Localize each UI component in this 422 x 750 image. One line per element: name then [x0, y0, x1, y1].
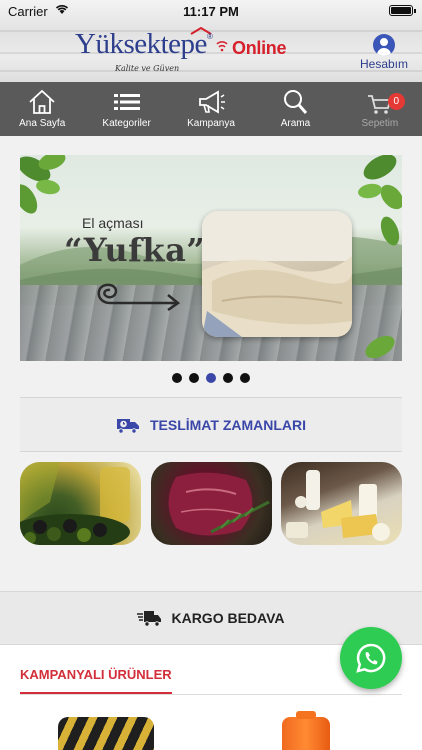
promo-banner[interactable]: El açması “Yufka”	[20, 155, 402, 361]
nav-label: Sepetim	[361, 118, 399, 129]
product-card-image[interactable]	[58, 717, 154, 750]
meat-image	[168, 472, 270, 536]
slider-dot-active[interactable]	[206, 373, 216, 383]
clock: 11:17 PM	[183, 4, 239, 19]
delivery-times-button[interactable]: TESLİMAT ZAMANLARI	[20, 397, 402, 452]
slider-dot[interactable]	[240, 373, 250, 383]
free-shipping-label: KARGO BEDAVA	[171, 610, 285, 626]
truck-clock-icon	[116, 418, 139, 434]
registered-mark: ®	[207, 32, 213, 41]
yufka-photo	[202, 211, 352, 337]
brand-logo[interactable]: Yüksektepe ® Online Kalite ve Güven	[75, 24, 295, 78]
nav-campaign[interactable]: Kampanya	[169, 82, 253, 136]
nav-label: Ana Sayfa	[19, 118, 66, 129]
nav-label: Kategoriler	[102, 118, 151, 129]
slider-dot[interactable]	[223, 373, 233, 383]
category-tile-meat[interactable]	[151, 462, 272, 545]
category-tile-olive-oil[interactable]	[20, 462, 141, 545]
main-nav: Ana Sayfa Kategoriler Kampanya Arama 0 S…	[0, 82, 422, 136]
battery-icon	[389, 5, 416, 16]
account-label: Hesabım	[359, 57, 409, 71]
user-icon	[373, 34, 395, 56]
banner-title: “Yufka”	[64, 231, 206, 269]
logo-online-text: Online	[232, 38, 287, 58]
delivery-times-label: TESLİMAT ZAMANLARI	[149, 416, 307, 433]
wifi-signal-icon	[216, 41, 228, 52]
whatsapp-button[interactable]	[340, 627, 402, 689]
slider-dot[interactable]	[172, 373, 182, 383]
slider-dot[interactable]	[189, 373, 199, 383]
leaf-decoration	[20, 155, 66, 214]
product-card-image[interactable]	[282, 711, 330, 750]
logo-tagline: Kalite ve Güven	[115, 64, 180, 73]
nav-search[interactable]: Arama	[253, 82, 337, 136]
nav-cart[interactable]: 0 Sepetim	[338, 82, 422, 136]
megaphone-icon	[199, 90, 226, 114]
campaign-title-tab[interactable]: KAMPANYALI ÜRÜNLER	[20, 667, 172, 694]
leaf-decoration	[365, 335, 395, 359]
account-button[interactable]: Hesabım	[352, 34, 416, 71]
cart-count-badge: 0	[387, 93, 405, 110]
whatsapp-icon	[356, 643, 386, 673]
section-divider	[20, 694, 402, 695]
nav-categories[interactable]: Kategoriler	[84, 82, 168, 136]
logo-wordmark: Yüksektepe	[75, 28, 207, 60]
search-icon	[284, 90, 308, 114]
nav-label: Arama	[280, 118, 311, 129]
status-bar: Carrier 11:17 PM	[0, 0, 422, 22]
nav-label: Kampanya	[187, 118, 235, 129]
app-header: Carrier 11:17 PM Yüksektepe ® Online Kal…	[0, 0, 422, 82]
home-icon	[29, 89, 55, 114]
olive-oil-image	[20, 462, 130, 545]
arrow-swirl-icon	[97, 283, 181, 312]
dairy-image	[286, 470, 390, 541]
banner-subtitle: El açması	[82, 215, 144, 231]
nav-home[interactable]: Ana Sayfa	[0, 82, 84, 136]
slider-dots	[0, 373, 422, 383]
delivery-truck-icon	[137, 611, 162, 627]
category-tile-dairy[interactable]	[281, 462, 402, 545]
list-icon	[113, 94, 140, 110]
yufka-bread-image	[202, 211, 352, 337]
